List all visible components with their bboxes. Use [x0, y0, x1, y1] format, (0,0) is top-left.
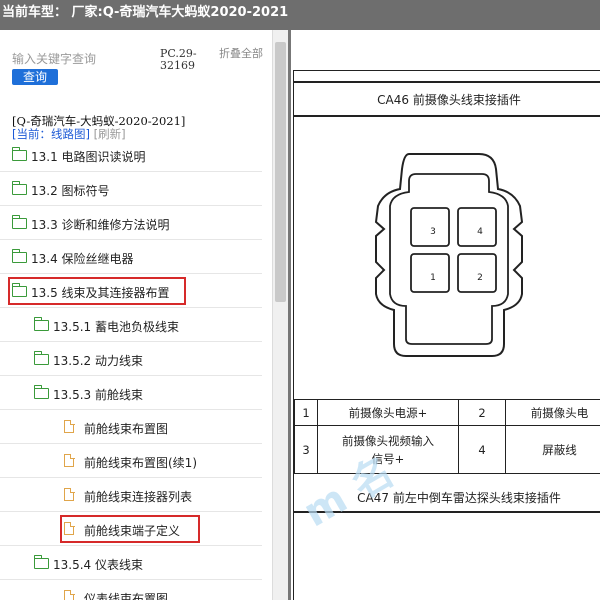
document-icon: [64, 419, 75, 433]
tree-item[interactable]: 13.1 电路图识读说明: [0, 138, 262, 172]
tree-item[interactable]: 13.5.1 蓄电池负极线束: [0, 308, 262, 342]
folder-open-icon: [33, 385, 49, 399]
table-cell: 前摄像头电源+: [317, 399, 459, 426]
tree-item[interactable]: 13.5.3 前舱线束: [0, 376, 262, 410]
folder-icon: [33, 351, 49, 365]
search-button[interactable]: 查询: [12, 69, 58, 85]
tree-item[interactable]: 13.2 图标符号: [0, 172, 262, 206]
tree-item-label: 13.5.2 动力线束: [53, 354, 143, 368]
frame-line: [294, 115, 600, 117]
connector-diagram: [374, 153, 524, 357]
folder-open-icon: [33, 555, 49, 569]
tree-item-label: 仪表线束布置图: [84, 592, 169, 600]
tree-item[interactable]: 13.5.4 仪表线束: [0, 546, 262, 580]
pc-code: PC.29-32169: [160, 47, 197, 72]
ca46-title: CA46 前摄像头线束接插件: [377, 93, 521, 107]
tree-item[interactable]: 前舱线束端子定义: [0, 512, 262, 546]
tree-item-label: 13.3 诊断和维修方法说明: [31, 218, 170, 232]
table-cell: 2: [458, 399, 506, 426]
frame-line: [294, 81, 600, 83]
tree-item-label: 13.5.3 前舱线束: [53, 388, 143, 402]
navigation-panel: 查询 PC.29-32169 折叠全部 [Q-奇瑞汽车-大蚂蚁-2020-202…: [0, 30, 272, 600]
tree-item-label: 13.5.4 仪表线束: [53, 558, 143, 572]
folder-icon: [11, 215, 27, 229]
tree-item[interactable]: 前舱线束布置图(续1): [0, 444, 262, 478]
tree-item[interactable]: 13.3 诊断和维修方法说明: [0, 206, 262, 240]
title-bar: 当前车型： 厂家:Q-奇瑞汽车大蚂蚁2020-2021: [0, 0, 600, 30]
collapse-all-button[interactable]: 折叠全部: [219, 48, 263, 60]
pin-label: 3: [430, 227, 436, 237]
tree-item-label: 13.5.1 蓄电池负极线束: [53, 320, 179, 334]
pin-label: 2: [477, 273, 483, 283]
tree-item[interactable]: 仪表线束布置图: [0, 580, 262, 600]
tree-item-label: 13.4 保险丝继电器: [31, 252, 134, 266]
document-icon: [64, 453, 75, 467]
table-cell: 4: [458, 425, 506, 474]
document-icon: [64, 589, 75, 600]
tree-item-label: 前舱线束连接器列表: [84, 490, 193, 504]
tree-item[interactable]: 13.4 保险丝继电器: [0, 240, 262, 274]
table-cell: 前摄像头电: [505, 399, 600, 426]
table-row: 1 前摄像头电源+ 2 前摄像头电: [294, 399, 600, 426]
tree-view: 13.1 电路图识读说明 13.2 图标符号 13.3 诊断和维修方法说明 13.4 …: [0, 138, 262, 600]
tree-item[interactable]: 13.5.2 动力线束: [0, 342, 262, 376]
table-cell: 3: [294, 425, 318, 474]
document-icon: [64, 487, 75, 501]
search-area: 查询 PC.29-32169 折叠全部: [0, 30, 272, 90]
search-input[interactable]: [8, 48, 162, 70]
tree-item-label: 前舱线束布置图(续1): [84, 456, 197, 470]
tree-item[interactable]: 前舱线束连接器列表: [0, 478, 262, 512]
tree-item[interactable]: 前舱线束布置图: [0, 410, 262, 444]
document-viewer: CA46 前摄像头线束接插件 3 4 1 2 1 前摄像头电源+ 2 前摄像头电: [291, 30, 600, 600]
highlight-box: [8, 277, 186, 305]
folder-icon: [11, 181, 27, 195]
pin-label: 1: [430, 273, 436, 283]
scrollbar[interactable]: [272, 30, 288, 600]
pin-label: 4: [477, 227, 483, 237]
table-cell: 屏蔽线: [505, 425, 600, 474]
scroll-thumb[interactable]: [275, 42, 286, 302]
folder-icon: [33, 317, 49, 331]
folder-icon: [11, 147, 27, 161]
tree-item-label: 前舱线束布置图: [84, 422, 169, 436]
folder-icon: [11, 249, 27, 263]
tree-item-label: 13.1 电路图识读说明: [31, 150, 146, 164]
tree-item-label: 13.2 图标符号: [31, 184, 110, 198]
highlight-box: [60, 515, 200, 543]
tree-item[interactable]: 13.5 线束及其连接器布置: [0, 274, 262, 308]
table-cell: 1: [294, 399, 318, 426]
